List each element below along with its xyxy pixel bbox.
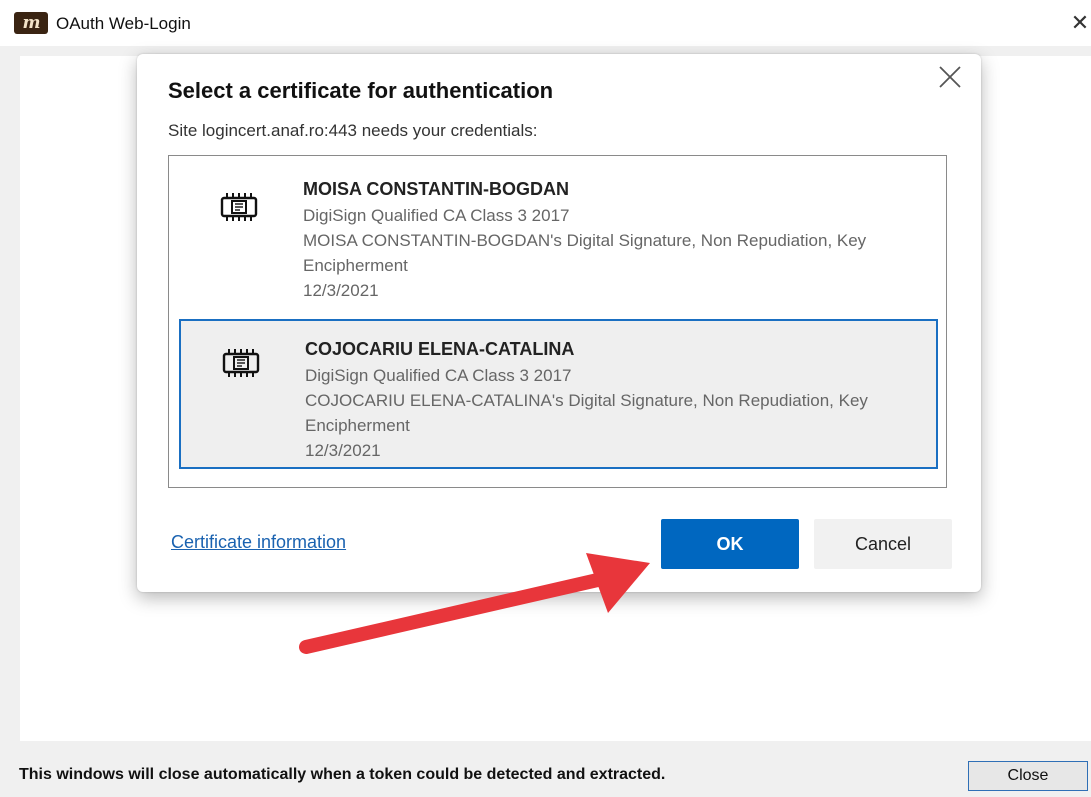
close-icon[interactable] (933, 60, 967, 94)
dialog-subtitle: Site logincert.anaf.ro:443 needs your cr… (168, 121, 538, 140)
certificate-name: COJOCARIU ELENA-CATALINA (305, 339, 575, 359)
cancel-button[interactable]: Cancel (814, 519, 952, 569)
status-message: This windows will close automatically wh… (19, 766, 666, 783)
close-button[interactable]: Close (968, 761, 1088, 791)
certificate-chip-icon (220, 193, 258, 221)
app-logo: m (14, 12, 48, 34)
window-close-button[interactable]: ✕ (1067, 9, 1091, 37)
certificate-dialog: Select a certificate for authentication … (137, 54, 981, 592)
certificate-issuer: DigiSign Qualified CA Class 3 2017 (303, 206, 570, 225)
certificate-name: MOISA CONSTANTIN-BOGDAN (303, 179, 569, 199)
dialog-title: Select a certificate for authentication (168, 78, 554, 103)
certificate-list: MOISA CONSTANTIN-BOGDAN DigiSign Qualifi… (168, 155, 947, 488)
window-titlebar: m OAuth Web-Login ✕ (0, 0, 1091, 46)
certificate-description: COJOCARIU ELENA-CATALINA's Digital Signa… (305, 391, 868, 435)
certificate-date: 12/3/2021 (303, 281, 379, 300)
certificate-item-selected[interactable]: COJOCARIU ELENA-CATALINA DigiSign Qualif… (179, 319, 938, 469)
certificate-date: 12/3/2021 (305, 441, 381, 460)
certificate-description: MOISA CONSTANTIN-BOGDAN's Digital Signat… (303, 231, 867, 275)
window-title: OAuth Web-Login (56, 14, 191, 33)
certificate-issuer: DigiSign Qualified CA Class 3 2017 (305, 366, 572, 385)
status-bar: This windows will close automatically wh… (0, 748, 1091, 797)
annotation-arrow-icon (299, 553, 650, 654)
certificate-chip-icon (222, 349, 260, 377)
ok-button[interactable]: OK (661, 519, 799, 569)
certificate-item[interactable]: MOISA CONSTANTIN-BOGDAN DigiSign Qualifi… (179, 157, 938, 307)
